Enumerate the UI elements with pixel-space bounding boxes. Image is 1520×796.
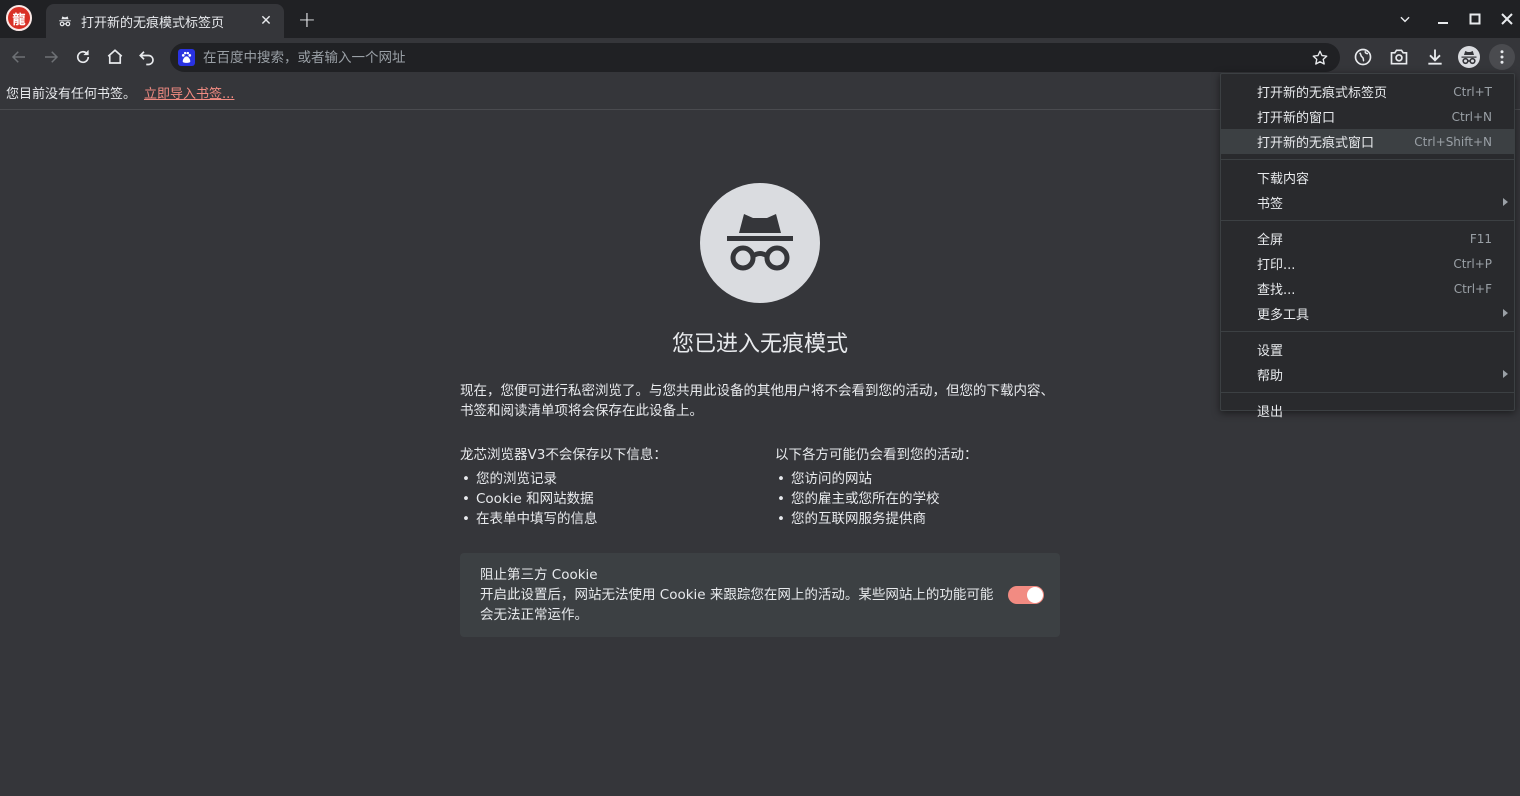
list-item: 在表单中填写的信息	[460, 509, 760, 529]
list-item: 您的雇主或您所在的学校	[775, 489, 1075, 509]
app-menu: 打开新的无痕式标签页 Ctrl+T 打开新的窗口 Ctrl+N 打开新的无痕式窗…	[1220, 73, 1515, 420]
translate-globe-icon[interactable]	[1350, 44, 1376, 70]
tab-close-icon[interactable]: ✕	[258, 13, 274, 29]
menu-item-exit[interactable]: 退出	[1221, 398, 1514, 423]
download-icon[interactable]	[1422, 44, 1448, 70]
forward-icon[interactable]	[38, 44, 64, 70]
home-icon[interactable]	[102, 44, 128, 70]
menu-item-find[interactable]: 查找... Ctrl+F	[1221, 276, 1514, 301]
menu-item-label: 下载内容	[1257, 172, 1310, 187]
list-item: 您访问的网站	[775, 469, 1075, 489]
tab-incognito[interactable]: 打开新的无痕模式标签页 ✕	[46, 4, 284, 38]
import-bookmarks-link[interactable]: 立即导入书签...	[144, 83, 234, 102]
cookie-card-description: 开启此设置后，网站无法使用 Cookie 来跟踪您在网上的活动。某些网站上的功能…	[480, 587, 994, 623]
list-item: 您的互联网服务提供商	[775, 509, 1075, 529]
list-item: 您的浏览记录	[460, 469, 760, 489]
menu-item-shortcut: Ctrl+F	[1453, 281, 1492, 296]
menu-item-help[interactable]: 帮助	[1221, 362, 1514, 387]
menu-item-label: 退出	[1257, 405, 1284, 420]
menu-item-shortcut: Ctrl+N	[1451, 109, 1492, 124]
menu-item-label: 查找...	[1257, 283, 1296, 298]
menu-item-shortcut: Ctrl+P	[1453, 256, 1492, 271]
reload-icon[interactable]	[70, 44, 96, 70]
new-tab-button[interactable]: +	[296, 8, 318, 33]
browser-logo-text: 龍	[12, 12, 26, 28]
more-menu-icon[interactable]	[1489, 44, 1515, 70]
undo-icon[interactable]	[134, 44, 160, 70]
minimize-icon[interactable]	[1430, 6, 1456, 32]
menu-item-bookmarks[interactable]: 书签	[1221, 190, 1514, 215]
intro-text: 现在，您便可进行私密浏览了。与您共用此设备的其他用户将不会看到您的活动，但您的下…	[460, 383, 1054, 419]
submenu-arrow-icon	[1503, 309, 1508, 317]
menu-item-shortcut: Ctrl+Shift+N	[1414, 134, 1492, 149]
third-party-cookie-card: 阻止第三方 Cookie 开启此设置后，网站无法使用 Cookie 来跟踪您在网…	[460, 553, 1060, 637]
menu-divider	[1221, 220, 1514, 221]
menu-item-label: 全屏	[1257, 233, 1284, 248]
incognito-icon	[58, 14, 72, 28]
menu-item-print[interactable]: 打印... Ctrl+P	[1221, 251, 1514, 276]
screenshot-camera-icon[interactable]	[1386, 44, 1412, 70]
menu-item-new-incognito-window[interactable]: 打开新的无痕式窗口 Ctrl+Shift+N	[1221, 129, 1514, 154]
menu-item-label: 打开新的无痕式标签页	[1257, 86, 1388, 101]
incognito-profile-icon[interactable]	[1456, 44, 1482, 70]
menu-item-label: 打开新的窗口	[1257, 111, 1336, 126]
menu-item-shortcut: F11	[1469, 231, 1492, 246]
address-input[interactable]	[203, 49, 1340, 66]
menu-item-new-incognito-tab[interactable]: 打开新的无痕式标签页 Ctrl+T	[1221, 79, 1514, 104]
menu-item-label: 书签	[1257, 197, 1284, 212]
menu-item-label: 帮助	[1257, 369, 1284, 384]
not-saved-title: 龙芯浏览器V3不会保存以下信息：	[460, 447, 667, 463]
close-window-icon[interactable]	[1494, 6, 1520, 32]
submenu-arrow-icon	[1503, 198, 1508, 206]
may-see-title: 以下各方可能仍会看到您的活动：	[775, 447, 978, 463]
browser-logo-icon[interactable]: 龍	[6, 5, 32, 31]
submenu-arrow-icon	[1503, 370, 1508, 378]
menu-item-fullscreen[interactable]: 全屏 F11	[1221, 226, 1514, 251]
menu-item-new-window[interactable]: 打开新的窗口 Ctrl+N	[1221, 104, 1514, 129]
no-bookmarks-text: 您目前没有任何书签。	[6, 87, 137, 102]
incognito-hero-icon	[700, 183, 820, 303]
menu-item-label: 更多工具	[1257, 308, 1310, 323]
baidu-icon	[178, 49, 195, 66]
maximize-icon[interactable]	[1462, 6, 1488, 32]
address-bar[interactable]	[170, 43, 1340, 72]
block-cookies-toggle[interactable]	[1008, 586, 1044, 604]
bookmark-star-icon[interactable]	[1310, 48, 1330, 68]
menu-item-label: 打开新的无痕式窗口	[1257, 136, 1375, 151]
menu-divider	[1221, 159, 1514, 160]
menu-item-settings[interactable]: 设置	[1221, 337, 1514, 362]
toggle-knob	[1027, 587, 1043, 603]
menu-item-label: 打印...	[1257, 258, 1296, 273]
not-saved-section: 龙芯浏览器V3不会保存以下信息： 您的浏览记录 Cookie 和网站数据 在表单…	[460, 445, 760, 529]
list-item: Cookie 和网站数据	[460, 489, 760, 509]
cookie-card-title: 阻止第三方 Cookie	[480, 567, 598, 583]
back-icon[interactable]	[6, 44, 32, 70]
title-bar: 龍 打开新的无痕模式标签页 ✕ +	[0, 0, 1520, 38]
may-see-section: 以下各方可能仍会看到您的活动： 您访问的网站 您的雇主或您所在的学校 您的互联网…	[775, 445, 1075, 529]
tab-search-chevron-icon[interactable]	[1392, 6, 1418, 32]
menu-item-label: 设置	[1257, 344, 1284, 359]
menu-item-shortcut: Ctrl+T	[1453, 84, 1492, 99]
menu-divider	[1221, 331, 1514, 332]
menu-divider	[1221, 392, 1514, 393]
menu-item-more-tools[interactable]: 更多工具	[1221, 301, 1514, 326]
tab-title: 打开新的无痕模式标签页	[81, 15, 225, 31]
menu-item-downloads[interactable]: 下载内容	[1221, 165, 1514, 190]
page-title: 您已进入无痕模式	[671, 332, 848, 357]
